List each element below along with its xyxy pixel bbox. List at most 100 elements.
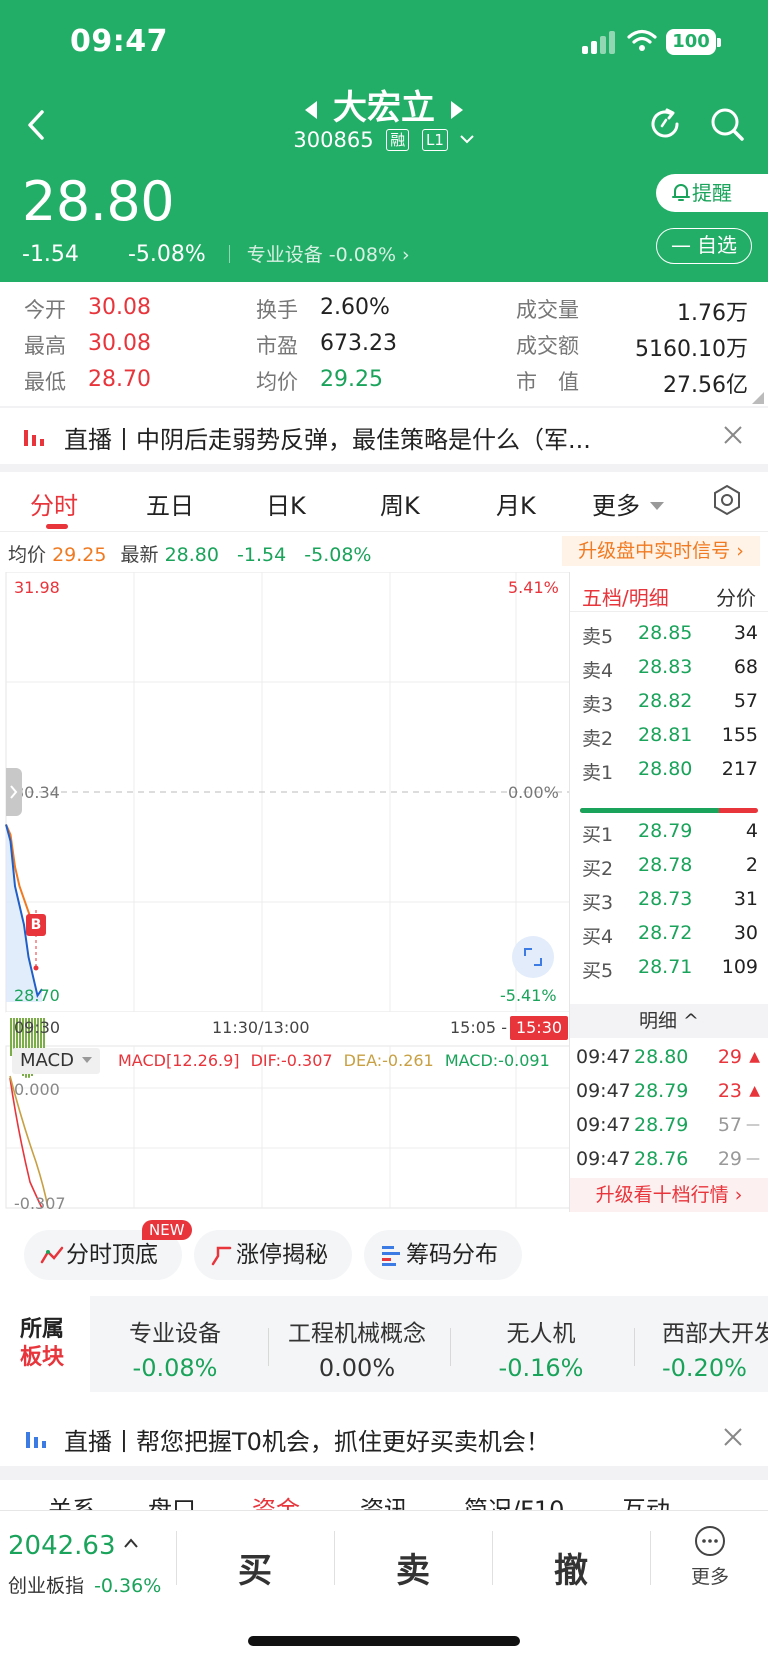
- live-broadcast-bar[interactable]: 直播丨中阴后走弱势反弹，最佳策略是什么（军...: [0, 408, 768, 464]
- buy-point-marker[interactable]: B: [26, 914, 46, 936]
- sector-item[interactable]: 专业设备 -0.08%: [90, 1314, 260, 1382]
- trade-up-icon: ▲: [749, 1049, 760, 1065]
- tab-daily-k[interactable]: 日K: [266, 486, 306, 521]
- feature-chip-distribution[interactable]: 筹码分布: [364, 1230, 522, 1280]
- sell-button[interactable]: 卖: [396, 1543, 430, 1592]
- stock-code: 300865: [293, 128, 374, 152]
- amount-label: 成交额: [516, 334, 579, 358]
- time-end-label: 15:30: [510, 1016, 568, 1040]
- mktcap-label: 市 值: [516, 370, 579, 394]
- volume-label: 成交量: [516, 298, 579, 322]
- fullscreen-chart-button[interactable]: [512, 936, 554, 978]
- index-ticker[interactable]: 2042.63: [8, 1531, 138, 1561]
- next-stock-icon[interactable]: [451, 100, 463, 119]
- macd-top-label: 0.000: [14, 1080, 60, 1099]
- tab-f10[interactable]: 简况/F10: [464, 1490, 564, 1510]
- order-book-tabs: 五档/明细 分价: [570, 572, 768, 612]
- tab-news[interactable]: 资讯: [360, 1490, 408, 1510]
- ask-row: 卖2 28.81 155: [582, 724, 758, 750]
- home-indicator: [248, 1636, 520, 1646]
- live-broadcast-bar-2[interactable]: 直播丨帮您把握T0机会，抓住更好买卖机会！: [0, 1410, 768, 1466]
- trade-up-icon: ▲: [749, 1083, 760, 1099]
- turnover-label: 换手: [256, 298, 298, 322]
- chart-tabs: 分时 五日 日K 周K 月K 更多: [0, 470, 768, 532]
- index-name-row: 创业板指 -0.36%: [8, 1575, 162, 1597]
- y-max-label: 31.98: [14, 578, 60, 597]
- feature-limit-up-reveal[interactable]: 涨停揭秘: [194, 1230, 352, 1280]
- broadcast-text: 直播丨帮您把握T0机会，抓住更好买卖机会！: [64, 1428, 550, 1456]
- upgrade-realtime-signal-link[interactable]: 升级盘中实时信号 ›: [562, 536, 760, 566]
- tab-five-day[interactable]: 五日: [146, 486, 194, 521]
- price-change-pct: -5.08%: [127, 242, 206, 267]
- search-icon[interactable]: [709, 106, 747, 144]
- ask-row: 卖4 28.83 68: [582, 656, 758, 682]
- expand-icon: [524, 948, 542, 966]
- bid-row: 买1 28.79 4: [582, 820, 758, 846]
- tab-weekly-k[interactable]: 周K: [380, 486, 420, 521]
- macd-values: MACD[12.26.9] DIF:-0.307 DEA:-0.261 MACD…: [118, 1051, 550, 1070]
- tab-more[interactable]: 更多: [592, 486, 664, 521]
- ask-row: 卖5 28.85 34: [582, 622, 758, 648]
- level-tag: L1: [421, 129, 448, 151]
- tab-intraday[interactable]: 分时: [30, 486, 78, 521]
- close-icon[interactable]: [720, 422, 746, 448]
- change-row: -1.54 -5.08% 专业设备 -0.08% ›: [22, 240, 410, 267]
- high-value: 30.08: [88, 331, 151, 356]
- add-watchlist-button[interactable]: — 自选: [656, 228, 752, 264]
- intraday-chart[interactable]: [0, 572, 570, 1220]
- tab-level5-detail[interactable]: 五档/明细: [582, 582, 669, 611]
- bid-row: 买2 28.78 2: [582, 854, 758, 880]
- tab-interaction[interactable]: 互动: [622, 1490, 670, 1510]
- pe-label: 市盈: [256, 334, 298, 358]
- prev-stock-icon[interactable]: [305, 100, 317, 119]
- wifi-icon: [627, 29, 657, 51]
- y-min-label: 28.70: [14, 986, 60, 1005]
- ask-row: 卖1 28.80 217: [582, 758, 758, 784]
- time-start-label: 09:30: [14, 1018, 61, 1037]
- sector-item[interactable]: 工程机械概念 0.00%: [272, 1314, 442, 1382]
- trade-neutral-icon: —: [746, 1151, 760, 1167]
- sector-item[interactable]: 西部大开发 -0.20%: [640, 1314, 768, 1382]
- more-button[interactable]: 更多: [682, 1525, 738, 1589]
- tab-relations[interactable]: 关系: [48, 1490, 96, 1510]
- buy-button[interactable]: 买: [238, 1543, 272, 1592]
- sector-item[interactable]: 无人机 -0.16%: [456, 1314, 626, 1382]
- bid-row: 买5 28.71 109: [582, 956, 758, 982]
- close-icon[interactable]: [720, 1424, 746, 1450]
- pct-min-label: -5.41%: [500, 986, 557, 1005]
- status-time: 09:47: [70, 24, 168, 59]
- stock-name: 大宏立: [333, 88, 435, 128]
- trade-detail-toggle[interactable]: 明细 ^: [570, 1004, 768, 1038]
- current-price: 28.80: [22, 170, 175, 233]
- bid-ask-ratio-bar: [580, 808, 758, 813]
- sector-link[interactable]: 专业设备 -0.08% ›: [247, 244, 410, 266]
- amount-value: 5160.10万: [635, 337, 748, 362]
- settings-icon[interactable]: [712, 484, 742, 516]
- remind-button[interactable]: 提醒: [656, 174, 768, 212]
- ask-row: 卖3 28.82 57: [582, 690, 758, 716]
- bid-row: 买4 28.72 30: [582, 922, 758, 948]
- upgrade-level10-link[interactable]: 升级看十档行情 ›: [570, 1178, 768, 1212]
- limit-up-icon: [211, 1246, 232, 1266]
- order-book: 五档/明细 分价 明细 ^ 升级看十档行情 › 卖5 28.85 34 卖4 28.83…: [570, 572, 768, 1212]
- price-change: -1.54: [22, 242, 79, 267]
- indicator-selector[interactable]: MACD: [12, 1048, 100, 1074]
- mktcap-value: 27.56亿: [663, 373, 748, 398]
- side-drawer-handle[interactable]: [6, 768, 22, 816]
- low-value: 28.70: [88, 367, 151, 392]
- expand-corner-icon[interactable]: [752, 392, 764, 404]
- divider: [0, 1392, 768, 1404]
- trade-row: 09:47 28.79 57—: [576, 1114, 760, 1136]
- low-label: 最低: [24, 370, 66, 394]
- cancel-order-button[interactable]: 撤: [554, 1543, 588, 1592]
- pct-mid-label: 0.00%: [508, 783, 559, 802]
- tab-monthly-k[interactable]: 月K: [496, 486, 536, 521]
- refresh-icon[interactable]: [647, 106, 683, 142]
- bell-icon: [672, 184, 690, 201]
- pe-value: 673.23: [320, 331, 397, 356]
- trade-row: 09:47 28.76 29—: [576, 1148, 760, 1170]
- tab-order-book[interactable]: 盘口: [148, 1490, 196, 1510]
- tab-price-distribution[interactable]: 分价: [716, 582, 756, 611]
- broadcast-text: 直播丨中阴后走弱势反弹，最佳策略是什么（军...: [64, 426, 591, 454]
- tab-funds[interactable]: 资金: [252, 1490, 300, 1510]
